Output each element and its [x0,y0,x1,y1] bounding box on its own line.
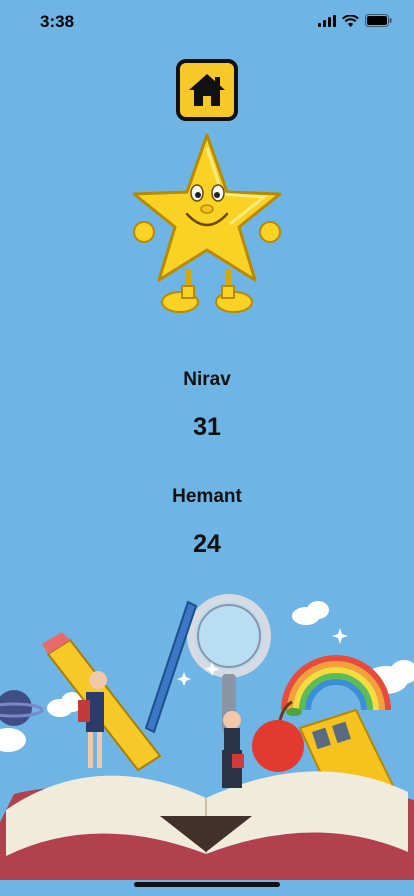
battery-icon [365,14,392,27]
status-time: 3:38 [40,12,75,31]
player-score-1: 31 [193,413,221,441]
school-scene-illustration [0,594,414,880]
star-mascot-icon [132,133,282,313]
status-bar: 3:38 [0,0,414,44]
home-icon [189,74,225,106]
player-name-1: Nirav [183,369,231,390]
open-book-icon [0,771,414,880]
player-name-2: Hemant [172,486,242,507]
home-indicator [134,882,280,887]
apple-icon [252,700,304,772]
cellular-signal-icon [318,14,336,27]
wifi-icon [342,14,359,27]
boy-figure-icon [222,711,244,788]
player-score-2: 24 [193,530,221,558]
status-icons [318,14,392,27]
rainbow-icon [281,655,391,711]
home-button[interactable] [176,59,238,121]
